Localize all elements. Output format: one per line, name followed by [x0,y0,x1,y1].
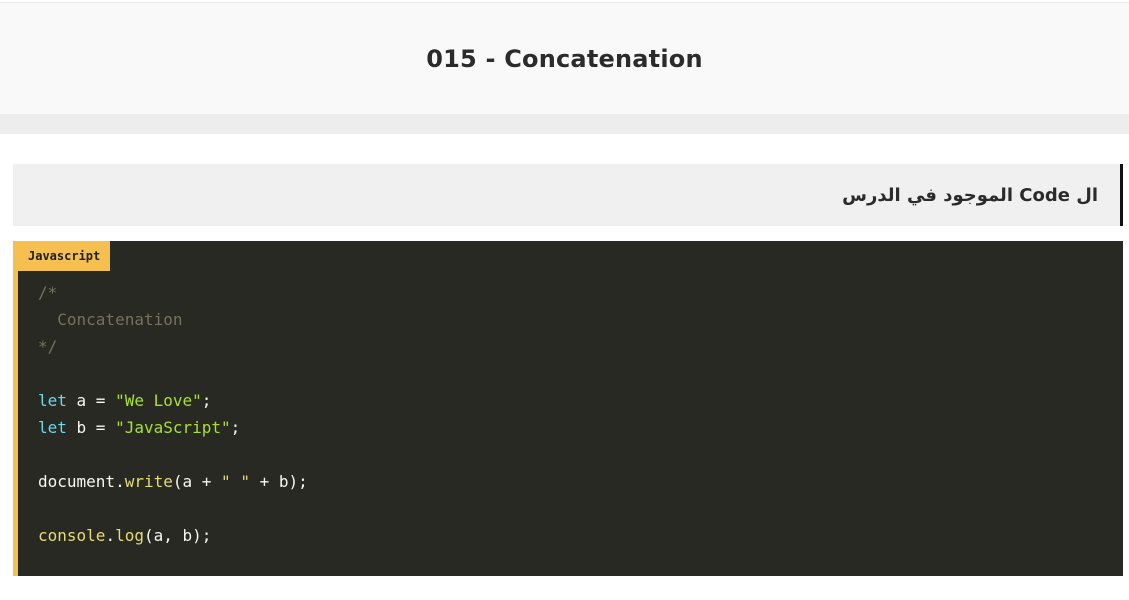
code-token-plain: ; [230,418,241,437]
code-token-function: write [124,472,173,491]
page-title: 015 - Concatenation [426,44,703,73]
code-token-keyword: let [38,391,67,410]
code-line: console.log(a, b); [38,522,308,549]
code-token-plain: b = [66,418,116,437]
code-line: Concatenation [38,306,308,333]
section-heading-text: ال Code الموجود في الدرس [842,184,1098,206]
code-line: /* [38,279,308,306]
page-header: 015 - Concatenation [0,2,1129,114]
header-divider [0,114,1129,134]
code-line: document.write(a + " " + b); [38,468,308,495]
code-token-comment: /* [38,283,58,302]
code-token-comment: Concatenation [38,310,183,329]
code-token-function: log [115,526,144,545]
section-heading: ال Code الموجود في الدرس [13,164,1123,226]
code-line: */ [38,333,308,360]
code-token-string: "We Love" [115,391,202,410]
code-token-plain: a = [66,391,116,410]
code-line: let b = "JavaScript"; [38,414,308,441]
code-token-plain: ; [201,391,212,410]
code-content: /* Concatenation */ let a = "We Love"; let… [38,279,308,549]
code-token-keyword: let [38,418,67,437]
code-token-plain: (a, b); [143,526,212,545]
code-token-plain: document. [38,472,125,491]
code-line: let a = "We Love"; [38,387,308,414]
code-token-function: console [38,526,106,545]
code-block: Javascript /* Concatenation */ let a = "W… [13,241,1123,576]
code-token-comment: */ [38,337,58,356]
code-token-plain: + b); [249,472,308,491]
code-token-plain: . [105,526,116,545]
code-token-string: "JavaScript" [115,418,231,437]
code-token-function: " " [221,472,250,491]
language-badge: Javascript [18,241,111,271]
code-token-plain: (a + [172,472,222,491]
